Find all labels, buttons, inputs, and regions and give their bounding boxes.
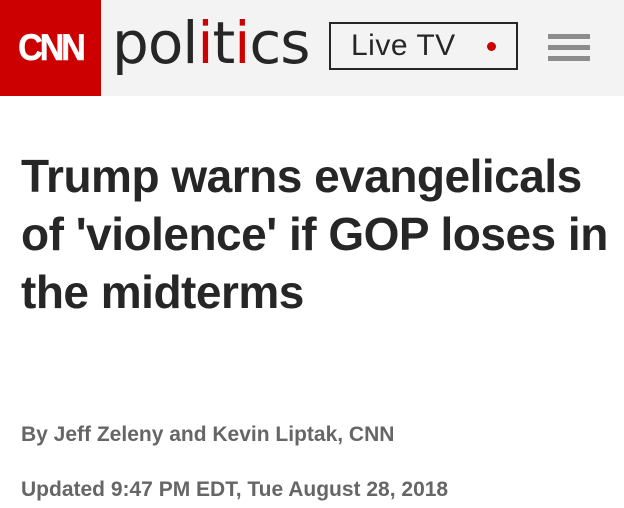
live-indicator-dot-icon	[487, 42, 496, 51]
section-title-accent: i	[234, 9, 250, 77]
section-title-accent: i	[197, 9, 213, 77]
article-byline: By Jeff Zeleny and Kevin Liptak, CNN	[21, 423, 395, 446]
section-title-part: cs	[249, 9, 310, 77]
article-updated-timestamp: Updated 9:47 PM EDT, Tue August 28, 2018	[21, 478, 449, 501]
cnn-logo-text: CNN	[18, 26, 86, 69]
article-headline: Trump warns evangelicals of 'violence' i…	[21, 150, 608, 318]
section-title-part: t	[212, 9, 236, 77]
live-tv-button[interactable]: Live TV	[329, 22, 518, 70]
site-header: CNN politics Live TV	[0, 0, 624, 96]
cnn-logo[interactable]: CNN	[0, 0, 101, 96]
hamburger-menu-icon[interactable]	[548, 34, 590, 62]
menu-bar	[548, 34, 590, 39]
live-tv-label: Live TV	[351, 29, 456, 62]
menu-bar	[548, 56, 590, 61]
section-title-part: pol	[112, 9, 198, 77]
section-title-politics[interactable]: politics	[112, 3, 311, 83]
menu-bar	[548, 45, 590, 50]
